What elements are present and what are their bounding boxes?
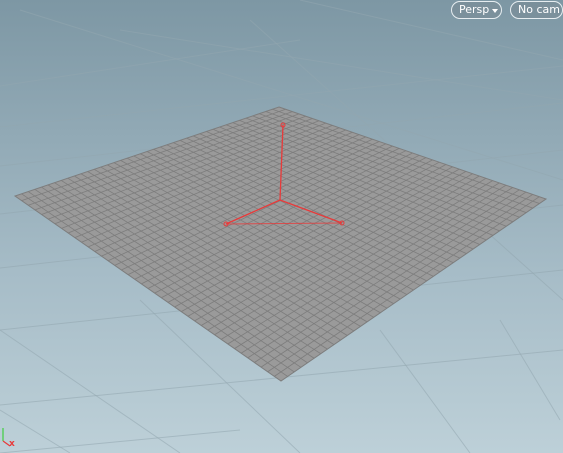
grid-object[interactable] <box>13 106 548 382</box>
3d-viewport[interactable]: Persp No cam x <box>0 0 563 453</box>
ground-grid-line <box>499 319 561 421</box>
scene-canvas[interactable] <box>0 0 563 453</box>
projection-menu-label: Persp <box>459 3 490 16</box>
projection-menu-button[interactable]: Persp <box>451 1 502 19</box>
camera-menu-label: No cam <box>518 3 560 16</box>
ground-grid-line <box>0 329 181 453</box>
ground-grid-line <box>0 429 241 453</box>
camera-menu-button[interactable]: No cam <box>510 1 563 19</box>
axis-indicator-x-label: x <box>9 439 15 449</box>
ground-grid-line <box>379 329 471 453</box>
chevron-down-icon <box>492 8 499 13</box>
ground-grid-line <box>0 39 301 87</box>
